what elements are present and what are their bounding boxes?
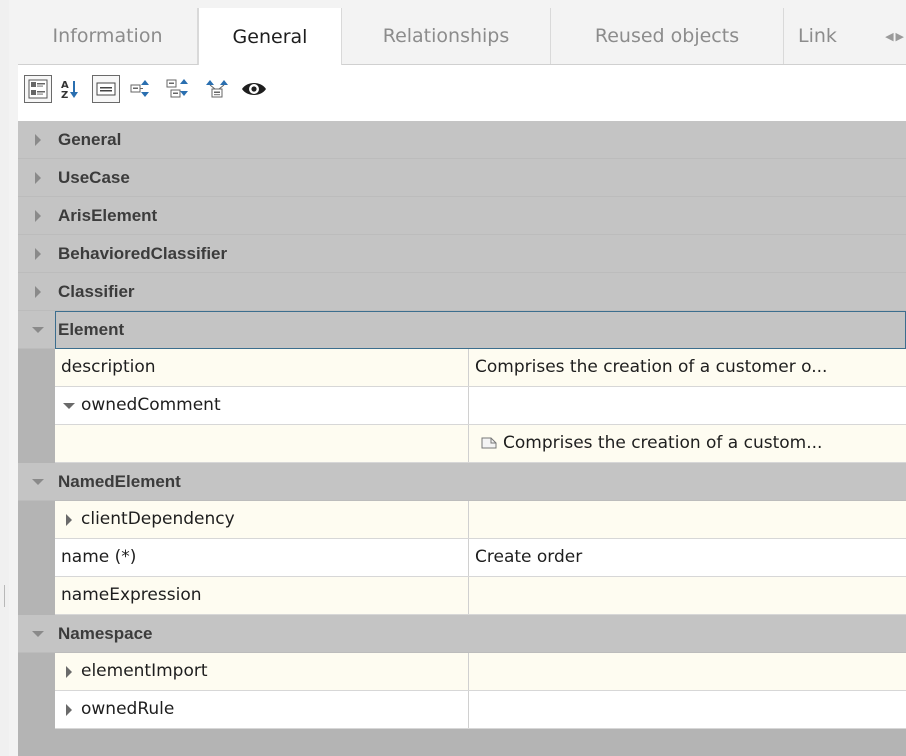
category-label: NamedElement	[58, 472, 181, 491]
property-value: Create order	[475, 547, 583, 567]
category-label: ArisElement	[58, 206, 158, 225]
category-label: General	[58, 130, 122, 149]
categorized-view-button[interactable]	[24, 75, 52, 103]
tab-information[interactable]: Information	[18, 8, 198, 64]
property-value-cell[interactable]	[469, 577, 906, 614]
show-hidden-button[interactable]	[240, 75, 268, 103]
property-value-cell[interactable]	[469, 501, 906, 538]
category-label: BehavioredClassifier	[58, 244, 228, 263]
expand-arrow-icon	[35, 172, 41, 184]
property-name: ownedComment	[81, 395, 221, 415]
property-row-name[interactable]: name (*) Create order	[55, 539, 906, 577]
tab-reused-objects[interactable]: Reused objects	[551, 8, 784, 64]
property-value-cell[interactable]: Create order	[469, 539, 906, 576]
property-value-cell[interactable]: Comprises the creation of a custom...	[469, 425, 906, 462]
expand-arrow-icon	[35, 286, 41, 298]
expand-arrow-icon	[35, 248, 41, 260]
comment-icon	[481, 437, 497, 449]
sort-alphabetically-button[interactable]: A Z	[56, 75, 84, 103]
tab-scroll-right-icon[interactable]: ▶	[896, 30, 904, 43]
property-name-cell: name (*)	[55, 539, 469, 576]
property-name-cell: clientDependency	[55, 501, 469, 538]
focus-outline	[55, 311, 906, 349]
property-name: elementImport	[81, 661, 208, 681]
expand-arrow-icon	[35, 134, 41, 146]
collapse-arrow-icon	[32, 327, 44, 333]
property-value: Comprises the creation of a customer o..…	[475, 357, 828, 377]
category-element[interactable]: Element	[18, 311, 906, 349]
property-row-elementimport[interactable]: elementImport	[55, 653, 906, 691]
property-grid: General UseCase ArisElement BehavioredCl…	[18, 121, 906, 756]
property-value-cell[interactable]: Comprises the creation of a customer o..…	[469, 349, 906, 386]
expand-all-icon	[130, 80, 149, 97]
property-name-cell: elementImport	[55, 653, 469, 690]
property-name-cell	[55, 425, 469, 462]
property-name: nameExpression	[61, 585, 202, 605]
tab-scroll-controls: ◀ ▶	[854, 8, 906, 64]
filter-attributes-icon	[206, 80, 228, 98]
category-label: Classifier	[58, 282, 135, 301]
category-usecase[interactable]: UseCase	[18, 159, 906, 197]
property-value-cell[interactable]	[469, 691, 906, 728]
category-ariselement[interactable]: ArisElement	[18, 197, 906, 235]
expand-arrow-icon[interactable]	[65, 514, 73, 526]
expand-arrow-icon[interactable]	[65, 666, 73, 678]
category-classifier[interactable]: Classifier	[18, 273, 906, 311]
collapse-arrow-icon[interactable]	[63, 402, 75, 410]
property-row-nameexpression[interactable]: nameExpression	[55, 577, 906, 615]
tab-bar: Information General Relationships Reused…	[18, 8, 906, 65]
show-description-button[interactable]	[92, 75, 120, 103]
tab-general[interactable]: General	[198, 8, 342, 65]
eye-icon	[242, 83, 266, 95]
expand-arrow-icon[interactable]	[65, 704, 73, 716]
property-name: name (*)	[61, 547, 137, 567]
properties-window: Information General Relationships Reused…	[0, 0, 906, 756]
property-value-cell[interactable]	[469, 653, 906, 690]
property-name: ownedRule	[81, 699, 175, 719]
category-label: UseCase	[58, 168, 130, 187]
property-name: description	[61, 357, 156, 377]
tab-scroll-left-icon[interactable]: ◀	[885, 30, 893, 43]
left-pane-edge	[0, 0, 9, 756]
filter-button[interactable]	[203, 75, 231, 103]
property-row-clientdependency[interactable]: clientDependency	[55, 501, 906, 539]
collapse-arrow-icon	[32, 631, 44, 637]
property-row-comment[interactable]: Comprises the creation of a custom...	[55, 425, 906, 463]
svg-text:Z: Z	[61, 90, 68, 100]
expand-all-button[interactable]	[128, 75, 156, 103]
property-row-description[interactable]: description Comprises the creation of a …	[55, 349, 906, 387]
description-panel-icon	[96, 82, 116, 96]
property-row-ownedrule[interactable]: ownedRule	[55, 691, 906, 729]
categorized-view-icon	[28, 79, 48, 99]
resize-grip[interactable]	[4, 585, 7, 607]
property-name-cell: nameExpression	[55, 577, 469, 614]
category-general[interactable]: General	[18, 121, 906, 159]
category-namedelement[interactable]: NamedElement	[18, 463, 906, 501]
property-name-cell: description	[55, 349, 469, 386]
property-name-cell: ownedRule	[55, 691, 469, 728]
category-label: Namespace	[58, 624, 153, 643]
tab-relationships[interactable]: Relationships	[342, 8, 551, 64]
property-row-ownedcomment[interactable]: ownedComment	[55, 387, 906, 425]
category-behavioredclassifier[interactable]: BehavioredClassifier	[18, 235, 906, 273]
expand-arrow-icon	[35, 210, 41, 222]
property-toolbar: A Z	[18, 65, 906, 121]
collapse-all-button[interactable]	[164, 75, 192, 103]
category-namespace[interactable]: Namespace	[18, 615, 906, 653]
category-label: Element	[58, 320, 125, 339]
property-name: clientDependency	[81, 509, 235, 529]
sort-az-icon: A Z	[61, 80, 78, 100]
collapse-all-icon	[166, 79, 188, 98]
collapse-arrow-icon	[32, 479, 44, 485]
property-name-cell: ownedComment	[55, 387, 469, 424]
property-value: Comprises the creation of a custom...	[503, 433, 823, 453]
property-value-cell[interactable]	[469, 387, 906, 424]
